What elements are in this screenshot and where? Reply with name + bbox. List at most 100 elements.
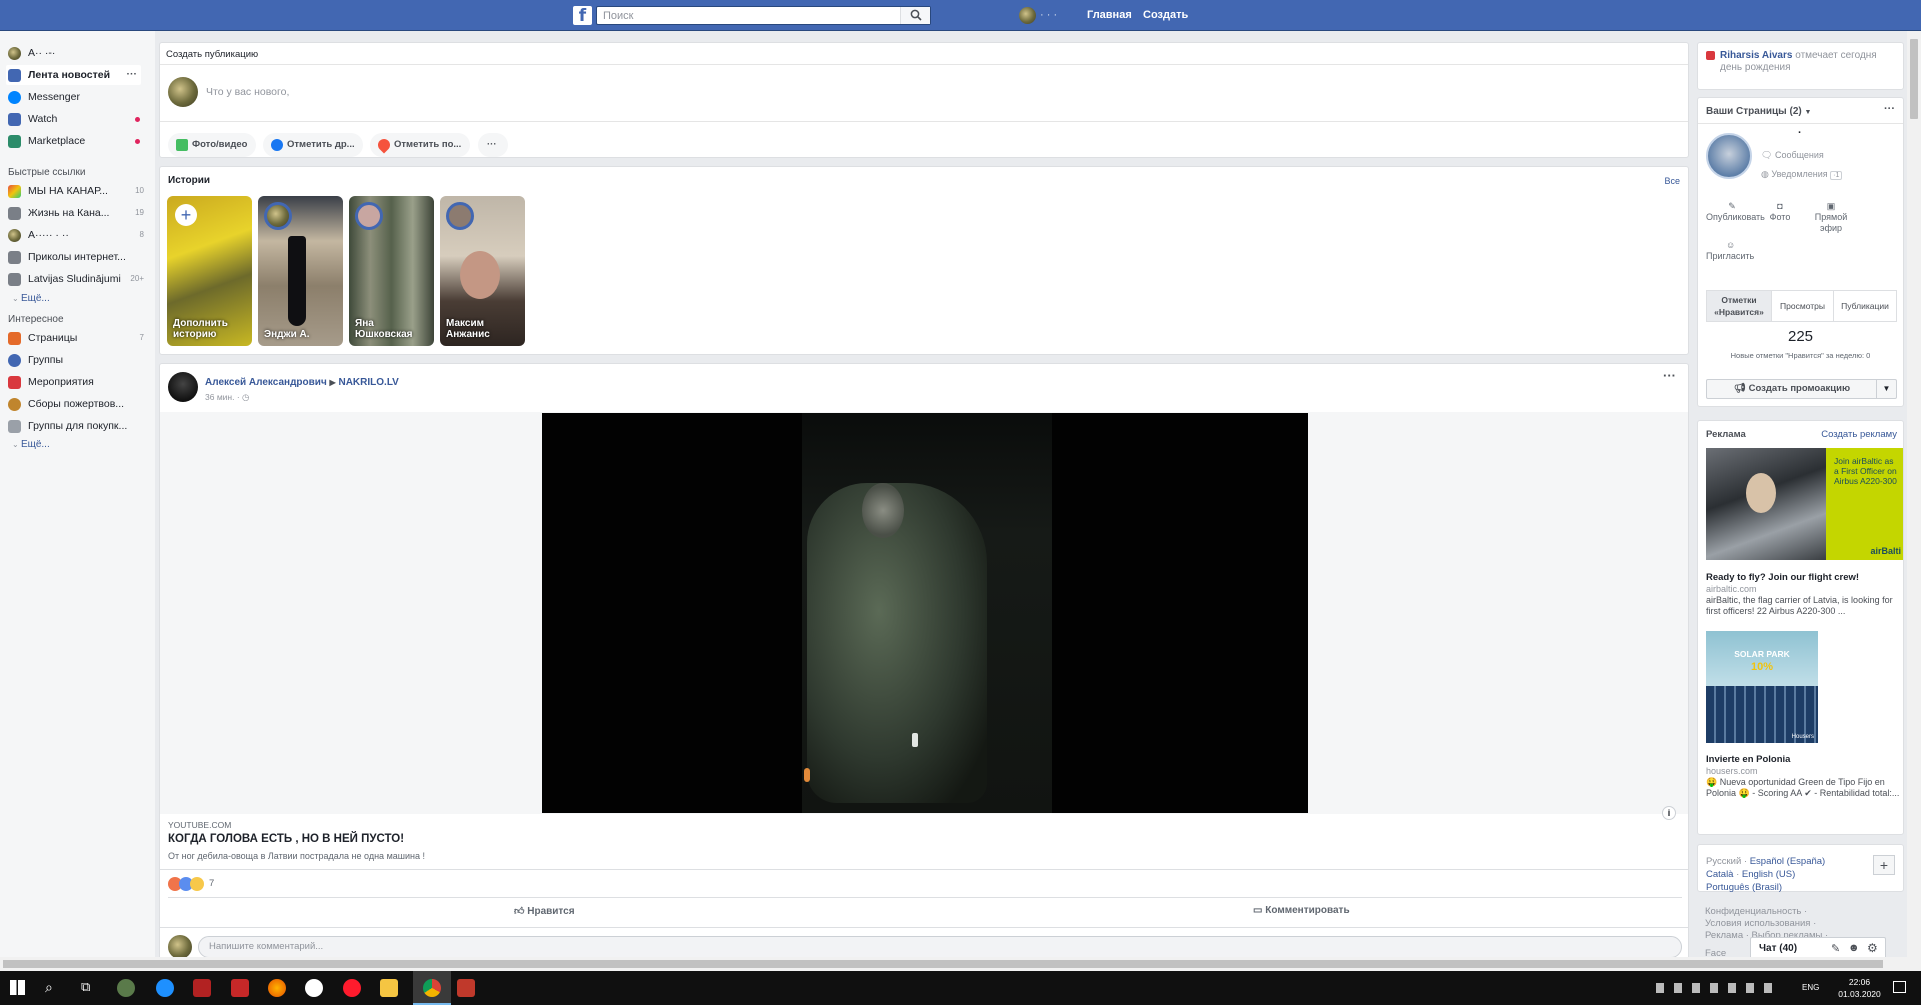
quick-link-item[interactable]: Приколы интернет...: [6, 247, 144, 267]
sidebar-item-marketplace[interactable]: Marketplace: [6, 131, 144, 151]
search-icon[interactable]: ⌕: [45, 979, 53, 996]
task-view-icon[interactable]: ⧉: [81, 979, 90, 995]
page-avatar[interactable]: [1706, 133, 1752, 179]
filezilla-icon[interactable]: [193, 979, 211, 997]
sidebar-profile[interactable]: А·· ·-·: [6, 43, 144, 63]
vertical-scrollbar[interactable]: [1907, 31, 1921, 971]
publish-action[interactable]: ✎ Опубликовать: [1706, 201, 1765, 223]
windows-start-icon[interactable]: [10, 980, 25, 995]
system-tray-icons[interactable]: [1656, 983, 1776, 993]
comment-button[interactable]: ▭ Комментировать: [1253, 905, 1350, 916]
caret-down-icon[interactable]: ▼: [1876, 380, 1896, 398]
sidebar-item-groups[interactable]: Группы: [6, 350, 144, 370]
quick-link-item[interactable]: МЫ НА КАНАР... 10: [6, 181, 144, 201]
quick-link-item[interactable]: А····· · ·· 8: [6, 225, 144, 245]
user-name-link[interactable]: · · ·: [1040, 0, 1057, 31]
edge-icon[interactable]: [156, 979, 174, 997]
post-options-icon[interactable]: ···: [1663, 368, 1676, 383]
sidebar-item-events[interactable]: Мероприятия: [6, 372, 144, 392]
facebook-logo-icon[interactable]: f: [573, 6, 592, 26]
sidebar-item-watch[interactable]: Watch: [6, 109, 144, 129]
ad1-image[interactable]: Join airBaltic as a First Officer on Air…: [1706, 448, 1903, 560]
add-language-button[interactable]: +: [1873, 855, 1895, 875]
quick-link-item[interactable]: Жизнь на Кана... 19: [6, 203, 144, 223]
story-add[interactable]: + Дополнить историю: [167, 196, 252, 346]
notification-center-icon[interactable]: [1893, 981, 1906, 993]
create-promotion-button[interactable]: 📢︎ Создать промоакцию ▼: [1706, 379, 1897, 399]
sidebar-item-pages[interactable]: Страницы 7: [6, 328, 144, 348]
language-link[interactable]: Español (España): [1750, 856, 1826, 867]
chat-label: Чат (40): [1759, 943, 1798, 954]
ad2-image[interactable]: SOLAR PARK 10% Housers: [1706, 631, 1818, 743]
horizontal-scrollbar[interactable]: [0, 957, 1907, 971]
post-author-avatar[interactable]: [168, 372, 198, 402]
see-all-stories-link[interactable]: Все: [1664, 176, 1680, 186]
input-language[interactable]: ENG: [1802, 983, 1819, 992]
post-author-link[interactable]: Алексей Александрович: [205, 377, 327, 388]
invite-action[interactable]: ☺ Пригласить: [1706, 240, 1761, 262]
page-name[interactable]: ·: [1798, 127, 1802, 139]
user-avatar[interactable]: [1019, 7, 1036, 24]
sidebar-item-buy-sell-groups[interactable]: Группы для покупк...: [6, 416, 144, 436]
new-group-icon[interactable]: ☻: [1848, 942, 1860, 954]
story-item[interactable]: Энджи А.: [258, 196, 343, 346]
messages-link[interactable]: 🗨︎ Сообщения: [1761, 150, 1824, 161]
language-link[interactable]: Català: [1706, 869, 1733, 880]
story-item[interactable]: Максим Анжанис: [440, 196, 525, 346]
pages-options-icon[interactable]: ···: [1884, 103, 1895, 115]
nav-home-link[interactable]: Главная: [1087, 0, 1132, 31]
gear-icon[interactable]: ⚙: [1867, 941, 1878, 955]
quick-link-item[interactable]: Latvijas Sludinājumi 20+: [6, 269, 144, 289]
see-more-link[interactable]: ⌄ Ещё...: [12, 293, 50, 304]
sidebar-item-fundraisers[interactable]: Сборы пожертвов...: [6, 394, 144, 414]
check-in-button[interactable]: Отметить по...: [370, 133, 470, 157]
photo-action[interactable]: ◘ Фото: [1760, 201, 1800, 223]
sidebar-item-messenger[interactable]: Messenger: [6, 87, 144, 107]
your-pages-dropdown[interactable]: Ваши Страницы (2) ▼: [1706, 106, 1811, 117]
like-button[interactable]: 👍︎ Нравится: [514, 905, 575, 917]
nav-create-link[interactable]: Создать: [1143, 0, 1188, 31]
tab-posts[interactable]: Публикации: [1833, 291, 1896, 321]
composer-input[interactable]: Что у вас нового,: [206, 86, 289, 98]
ad1-title[interactable]: Ready to fly? Join our flight crew!: [1706, 572, 1859, 583]
search-button[interactable]: [900, 7, 930, 24]
language-link[interactable]: Português (Brasil): [1706, 882, 1782, 893]
post-timestamp[interactable]: 36 мин. ·: [205, 392, 240, 402]
photo-video-button[interactable]: Фото/видео: [168, 133, 256, 157]
opera-icon[interactable]: [343, 979, 361, 997]
yandex-icon[interactable]: [305, 979, 323, 997]
tag-friends-button[interactable]: Отметить др...: [263, 133, 363, 157]
tab-likes[interactable]: Отметки «Нравится»: [1707, 291, 1771, 321]
news-feed-options-icon[interactable]: ···: [127, 65, 138, 84]
chrome-taskbar-button[interactable]: [413, 971, 451, 1005]
app-icon[interactable]: [231, 979, 249, 997]
tab-views[interactable]: Просмотры: [1771, 291, 1833, 321]
ads-card: Реклама Создать рекламу Join airBaltic a…: [1697, 420, 1904, 835]
live-action[interactable]: ▣ Прямой эфир: [1806, 201, 1856, 234]
search-input[interactable]: [597, 7, 897, 24]
app-icon[interactable]: [117, 979, 135, 997]
ad2-title[interactable]: Invierte en Polonia: [1706, 754, 1790, 765]
compose-icon[interactable]: ✎: [1831, 942, 1840, 955]
app-icon[interactable]: [457, 979, 475, 997]
story-item[interactable]: Яна Юшковская: [349, 196, 434, 346]
language-link[interactable]: English (US): [1742, 869, 1795, 880]
birthday-name-link[interactable]: Riharsis Aivars: [1720, 50, 1792, 61]
firefox-icon[interactable]: [268, 979, 286, 997]
info-icon[interactable]: i: [1662, 806, 1676, 820]
scrollbar-thumb[interactable]: [1910, 39, 1918, 119]
notifications-link[interactable]: ◍ Уведомления ·1: [1761, 169, 1843, 180]
comment-input[interactable]: Напишите комментарий...: [198, 936, 1682, 958]
link-title[interactable]: КОГДА ГОЛОВА ЕСТЬ , НО В НЕЙ ПУСТО!: [168, 833, 404, 845]
more-options-button[interactable]: ···: [478, 133, 508, 157]
post-target-link[interactable]: NAKRILO.LV: [338, 377, 398, 388]
video-player[interactable]: [542, 413, 1308, 813]
scrollbar-thumb[interactable]: [3, 960, 1883, 968]
create-ad-link[interactable]: Создать рекламу: [1821, 429, 1897, 440]
see-more-link[interactable]: ⌄ Ещё...: [12, 439, 50, 450]
tag-icon: [8, 420, 21, 433]
file-explorer-icon[interactable]: [380, 979, 398, 997]
sidebar-item-news-feed[interactable]: Лента новостей ···: [6, 65, 141, 85]
sidebar-item-label: Мероприятия: [28, 376, 94, 388]
clock[interactable]: 22:06 01.03.2020: [1832, 976, 1887, 1000]
